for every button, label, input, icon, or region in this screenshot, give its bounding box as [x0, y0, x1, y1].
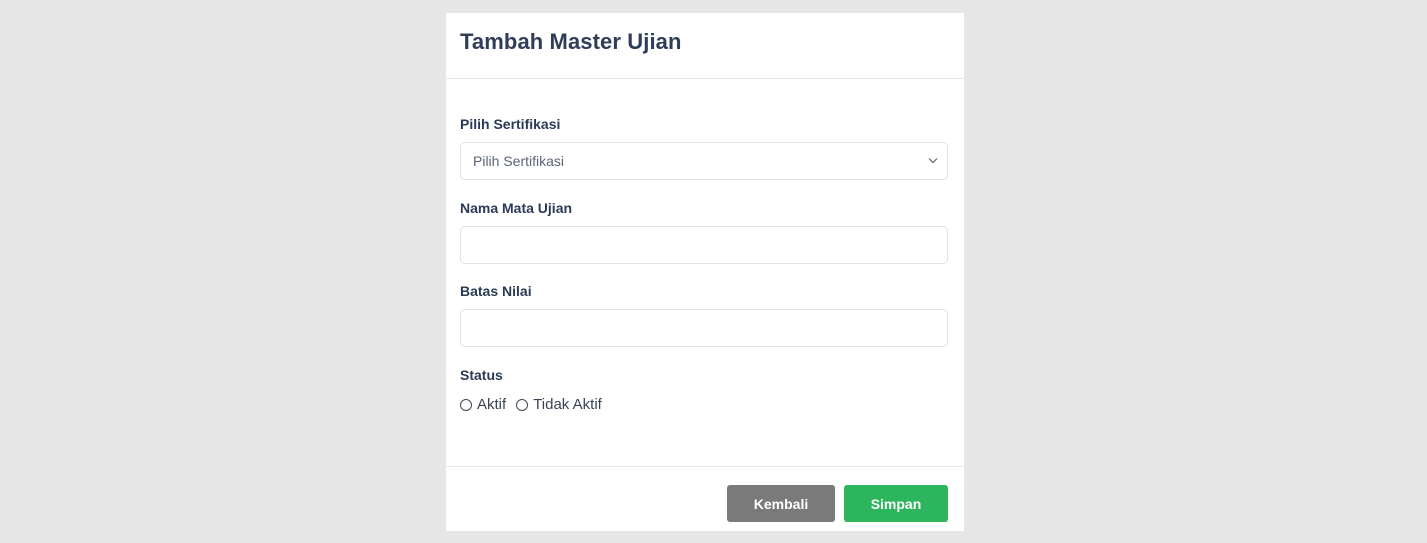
score-limit-label: Batas Nilai — [460, 283, 532, 299]
radio-unchecked-icon[interactable] — [516, 398, 529, 411]
certification-select[interactable]: Pilih Sertifikasi — [460, 142, 948, 180]
exam-name-input[interactable] — [460, 226, 948, 264]
status-radio-group: Aktif Tidak Aktif — [460, 396, 612, 413]
modal-title: Tambah Master Ujian — [460, 29, 682, 54]
status-option-label: Aktif — [477, 396, 507, 413]
modal-footer: Kembali Simpan — [446, 467, 964, 530]
certification-label: Pilih Sertifikasi — [460, 116, 561, 132]
exam-name-label: Nama Mata Ujian — [460, 200, 573, 216]
score-limit-input[interactable] — [460, 309, 948, 347]
chevron-down-icon — [928, 158, 938, 164]
certification-select-value: Pilih Sertifikasi — [473, 153, 565, 169]
modal-body: Pilih Sertifikasi Pilih Sertifikasi Nama… — [446, 79, 964, 467]
back-button[interactable]: Kembali — [727, 485, 835, 522]
status-option-tidak-aktif[interactable]: Tidak Aktif — [516, 396, 602, 413]
radio-unchecked-icon[interactable] — [460, 398, 472, 411]
status-option-aktif[interactable]: Aktif — [460, 396, 506, 413]
modal-header: Tambah Master Ujian — [446, 13, 964, 79]
status-label: Status — [460, 367, 503, 383]
save-button[interactable]: Simpan — [844, 485, 948, 522]
add-exam-master-modal: Tambah Master Ujian Pilih Sertifikasi Pi… — [446, 13, 964, 531]
status-option-label: Tidak Aktif — [533, 396, 602, 413]
